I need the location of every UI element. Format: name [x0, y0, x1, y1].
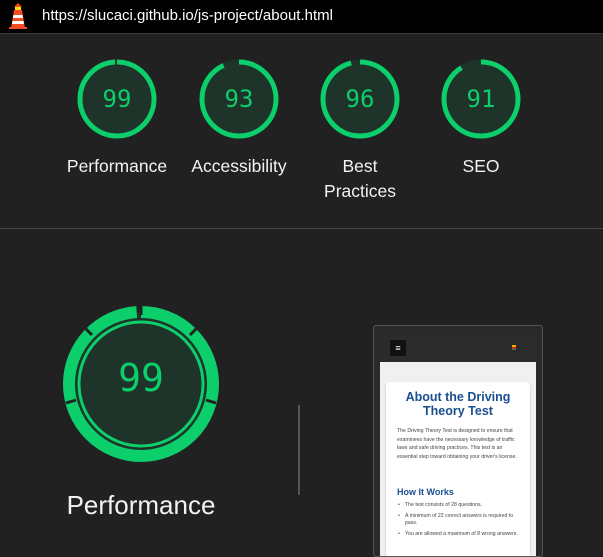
preview-intro: The Driving Theory Test is designed to e…: [397, 428, 517, 460]
gauge-label: Accessibility: [191, 156, 287, 176]
gauge-label: Best Practices: [324, 156, 396, 201]
hamburger-menu-icon: ≡: [390, 340, 406, 356]
browser-topbar: https://slucaci.github.io/js-project/abo…: [0, 0, 603, 34]
gauge-seo[interactable]: 91 SEO: [421, 58, 541, 179]
section-divider: [0, 228, 603, 229]
list-item: You are allowed a maximum of 8 wrong ans…: [397, 531, 523, 539]
gauge-score: 96: [345, 85, 375, 113]
gauge-label: Performance: [66, 156, 168, 176]
category-gauges: 99 Performance 93 Accessibility 96 Best …: [0, 34, 603, 228]
gauge-best-practices[interactable]: 96 Best Practices: [300, 58, 420, 204]
page-url[interactable]: https://slucaci.github.io/js-project/abo…: [42, 7, 333, 24]
gauge-score: 93: [224, 85, 254, 113]
preview-section-heading: How It Works: [397, 487, 454, 497]
list-item: A minimum of 22 correct answers is requi…: [397, 513, 523, 528]
gauge-score: 99: [102, 85, 132, 113]
preview-title: About the Driving Theory Test: [405, 390, 511, 418]
gauge-score: 91: [466, 85, 496, 113]
vertical-separator: [298, 405, 300, 495]
gauge-label: SEO: [462, 156, 500, 176]
preview-navbar: ≡: [380, 332, 536, 362]
lighthouse-icon: [9, 3, 27, 29]
performance-score: 99: [118, 356, 164, 400]
preview-card: About the Driving Theory Test The Drivin…: [386, 382, 530, 556]
gauge-accessibility[interactable]: 93 Accessibility: [179, 58, 299, 179]
preview-bullets: The test consists of 28 questions. A min…: [397, 502, 523, 541]
traffic-light-icon: [512, 345, 516, 350]
performance-title: Performance: [66, 490, 216, 520]
phone-screen: ≡ About the Driving Theory Test The Driv…: [380, 332, 536, 556]
final-screenshot-preview[interactable]: ≡ About the Driving Theory Test The Driv…: [373, 325, 543, 557]
list-item: The test consists of 28 questions.: [397, 502, 523, 510]
preview-page: About the Driving Theory Test The Drivin…: [380, 362, 536, 556]
gauge-performance[interactable]: 99 Performance: [57, 58, 177, 179]
